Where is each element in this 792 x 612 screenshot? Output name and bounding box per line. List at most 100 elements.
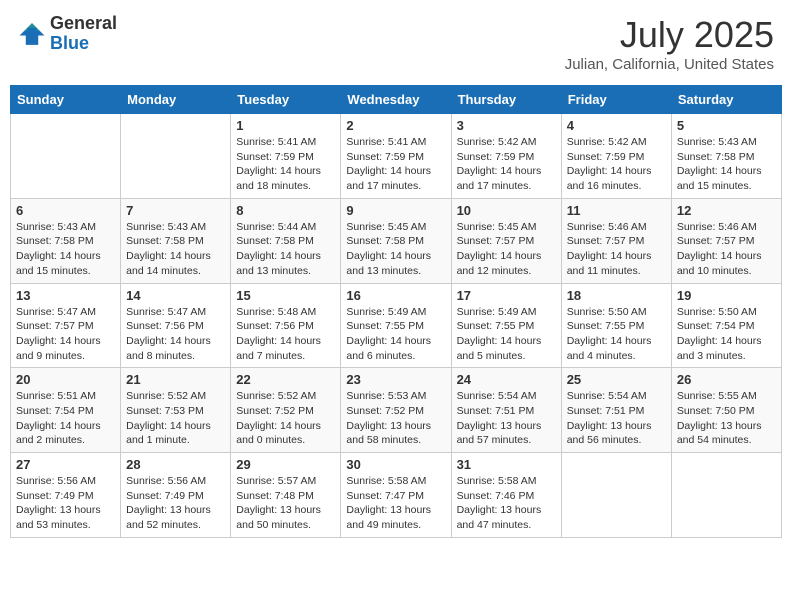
day-number: 29 bbox=[236, 457, 335, 472]
weekday-header-monday: Monday bbox=[121, 86, 231, 114]
weekday-header-friday: Friday bbox=[561, 86, 671, 114]
day-info: Sunrise: 5:43 AM Sunset: 7:58 PM Dayligh… bbox=[677, 135, 776, 194]
title-block: July 2025 Julian, California, United Sta… bbox=[565, 14, 774, 73]
day-info: Sunrise: 5:52 AM Sunset: 7:52 PM Dayligh… bbox=[236, 389, 335, 448]
calendar-cell: 8 Sunrise: 5:44 AM Sunset: 7:58 PM Daylig… bbox=[231, 198, 341, 283]
calendar-cell: 25 Sunrise: 5:54 AM Sunset: 7:51 PM Dayli… bbox=[561, 368, 671, 453]
calendar-cell: 17 Sunrise: 5:49 AM Sunset: 7:55 PM Dayli… bbox=[451, 283, 561, 368]
day-number: 12 bbox=[677, 203, 776, 218]
day-number: 20 bbox=[16, 372, 115, 387]
day-number: 25 bbox=[567, 372, 666, 387]
calendar-cell: 5Sunrise: 5:43 AM Sunset: 7:58 PM Daylig… bbox=[671, 114, 781, 199]
day-number: 10 bbox=[457, 203, 556, 218]
day-number: 22 bbox=[236, 372, 335, 387]
calendar-cell: 23Sunrise: 5:53 AM Sunset: 7:52 PM Dayli… bbox=[341, 368, 451, 453]
day-info: Sunrise: 5:47 AM Sunset: 7:56 PM Dayligh… bbox=[126, 305, 225, 364]
calendar-cell: 19Sunrise: 5:50 AM Sunset: 7:54 PM Dayli… bbox=[671, 283, 781, 368]
day-info: Sunrise: 5:55 AM Sunset: 7:50 PM Dayligh… bbox=[677, 389, 776, 448]
calendar-cell: 1 Sunrise: 5:41 AM Sunset: 7:59 PM Daylig… bbox=[231, 114, 341, 199]
day-number: 8 bbox=[236, 203, 335, 218]
calendar-cell: 13Sunrise: 5:47 AM Sunset: 7:57 PM Dayli… bbox=[11, 283, 121, 368]
calendar-cell bbox=[561, 453, 671, 538]
calendar-cell: 20 Sunrise: 5:51 AM Sunset: 7:54 PM Dayli… bbox=[11, 368, 121, 453]
day-info: Sunrise: 5:44 AM Sunset: 7:58 PM Dayligh… bbox=[236, 220, 335, 279]
calendar-cell: 9Sunrise: 5:45 AM Sunset: 7:58 PM Daylig… bbox=[341, 198, 451, 283]
day-number: 2 bbox=[346, 118, 445, 133]
day-number: 30 bbox=[346, 457, 445, 472]
weekday-header-saturday: Saturday bbox=[671, 86, 781, 114]
calendar-cell: 15 Sunrise: 5:48 AM Sunset: 7:56 PM Dayli… bbox=[231, 283, 341, 368]
calendar-cell: 24 Sunrise: 5:54 AM Sunset: 7:51 PM Dayli… bbox=[451, 368, 561, 453]
calendar-cell: 6Sunrise: 5:43 AM Sunset: 7:58 PM Daylig… bbox=[11, 198, 121, 283]
calendar-cell: 31Sunrise: 5:58 AM Sunset: 7:46 PM Dayli… bbox=[451, 453, 561, 538]
day-info: Sunrise: 5:58 AM Sunset: 7:47 PM Dayligh… bbox=[346, 474, 445, 533]
calendar-body: 1 Sunrise: 5:41 AM Sunset: 7:59 PM Daylig… bbox=[11, 114, 782, 538]
day-info: Sunrise: 5:41 AM Sunset: 7:59 PM Dayligh… bbox=[346, 135, 445, 194]
calendar-cell: 3 Sunrise: 5:42 AM Sunset: 7:59 PM Daylig… bbox=[451, 114, 561, 199]
day-number: 23 bbox=[346, 372, 445, 387]
day-info: Sunrise: 5:54 AM Sunset: 7:51 PM Dayligh… bbox=[457, 389, 556, 448]
day-info: Sunrise: 5:56 AM Sunset: 7:49 PM Dayligh… bbox=[126, 474, 225, 533]
calendar-cell: 30 Sunrise: 5:58 AM Sunset: 7:47 PM Dayli… bbox=[341, 453, 451, 538]
calendar-cell bbox=[11, 114, 121, 199]
week-row-3: 13Sunrise: 5:47 AM Sunset: 7:57 PM Dayli… bbox=[11, 283, 782, 368]
calendar-cell: 16 Sunrise: 5:49 AM Sunset: 7:55 PM Dayli… bbox=[341, 283, 451, 368]
weekday-header-wednesday: Wednesday bbox=[341, 86, 451, 114]
calendar-cell: 7 Sunrise: 5:43 AM Sunset: 7:58 PM Daylig… bbox=[121, 198, 231, 283]
calendar-cell: 27Sunrise: 5:56 AM Sunset: 7:49 PM Dayli… bbox=[11, 453, 121, 538]
day-info: Sunrise: 5:45 AM Sunset: 7:57 PM Dayligh… bbox=[457, 220, 556, 279]
week-row-5: 27 Sunrise: 5:56 AM Sunset: 7:49 PM Dayli… bbox=[11, 453, 782, 538]
day-info: Sunrise: 5:54 AM Sunset: 7:51 PM Dayligh… bbox=[567, 389, 666, 448]
calendar-cell: 2 Sunrise: 5:41 AM Sunset: 7:59 PM Daylig… bbox=[341, 114, 451, 199]
day-number: 6 bbox=[16, 203, 115, 218]
week-row-1: 1 Sunrise: 5:41 AM Sunset: 7:59 PM Daylig… bbox=[11, 114, 782, 199]
day-number: 26 bbox=[677, 372, 776, 387]
logo: General Blue bbox=[18, 14, 117, 54]
day-info: Sunrise: 5:46 AM Sunset: 7:57 PM Dayligh… bbox=[567, 220, 666, 279]
day-info: Sunrise: 5:50 AM Sunset: 7:54 PM Dayligh… bbox=[677, 305, 776, 364]
day-number: 24 bbox=[457, 372, 556, 387]
day-number: 1 bbox=[236, 118, 335, 133]
day-info: Sunrise: 5:49 AM Sunset: 7:55 PM Dayligh… bbox=[457, 305, 556, 364]
day-info: Sunrise: 5:51 AM Sunset: 7:54 PM Dayligh… bbox=[16, 389, 115, 448]
day-info: Sunrise: 5:50 AM Sunset: 7:55 PM Dayligh… bbox=[567, 305, 666, 364]
day-info: Sunrise: 5:42 AM Sunset: 7:59 PM Dayligh… bbox=[567, 135, 666, 194]
day-info: Sunrise: 5:49 AM Sunset: 7:55 PM Dayligh… bbox=[346, 305, 445, 364]
main-title: July 2025 bbox=[565, 14, 774, 56]
day-number: 7 bbox=[126, 203, 225, 218]
day-number: 3 bbox=[457, 118, 556, 133]
day-info: Sunrise: 5:43 AM Sunset: 7:58 PM Dayligh… bbox=[126, 220, 225, 279]
calendar-cell: 29 Sunrise: 5:57 AM Sunset: 7:48 PM Dayli… bbox=[231, 453, 341, 538]
logo-icon bbox=[18, 20, 46, 48]
day-info: Sunrise: 5:48 AM Sunset: 7:56 PM Dayligh… bbox=[236, 305, 335, 364]
logo-general-text: General bbox=[50, 14, 117, 34]
calendar-cell: 14 Sunrise: 5:47 AM Sunset: 7:56 PM Dayli… bbox=[121, 283, 231, 368]
day-number: 4 bbox=[567, 118, 666, 133]
calendar-cell: 4 Sunrise: 5:42 AM Sunset: 7:59 PM Daylig… bbox=[561, 114, 671, 199]
day-number: 16 bbox=[346, 288, 445, 303]
day-number: 14 bbox=[126, 288, 225, 303]
day-number: 15 bbox=[236, 288, 335, 303]
weekday-header-row: SundayMondayTuesdayWednesdayThursdayFrid… bbox=[11, 86, 782, 114]
day-number: 18 bbox=[567, 288, 666, 303]
day-info: Sunrise: 5:41 AM Sunset: 7:59 PM Dayligh… bbox=[236, 135, 335, 194]
day-number: 17 bbox=[457, 288, 556, 303]
day-number: 27 bbox=[16, 457, 115, 472]
day-info: Sunrise: 5:52 AM Sunset: 7:53 PM Dayligh… bbox=[126, 389, 225, 448]
day-info: Sunrise: 5:46 AM Sunset: 7:57 PM Dayligh… bbox=[677, 220, 776, 279]
day-info: Sunrise: 5:42 AM Sunset: 7:59 PM Dayligh… bbox=[457, 135, 556, 194]
calendar-cell: 12 Sunrise: 5:46 AM Sunset: 7:57 PM Dayli… bbox=[671, 198, 781, 283]
calendar-cell: 28Sunrise: 5:56 AM Sunset: 7:49 PM Dayli… bbox=[121, 453, 231, 538]
calendar-cell bbox=[671, 453, 781, 538]
day-number: 13 bbox=[16, 288, 115, 303]
logo-text: General Blue bbox=[50, 14, 117, 54]
day-number: 11 bbox=[567, 203, 666, 218]
day-info: Sunrise: 5:57 AM Sunset: 7:48 PM Dayligh… bbox=[236, 474, 335, 533]
day-number: 9 bbox=[346, 203, 445, 218]
calendar-cell: 26 Sunrise: 5:55 AM Sunset: 7:50 PM Dayli… bbox=[671, 368, 781, 453]
calendar-cell: 21Sunrise: 5:52 AM Sunset: 7:53 PM Dayli… bbox=[121, 368, 231, 453]
page-header: General Blue July 2025 Julian, Californi… bbox=[10, 10, 782, 77]
day-info: Sunrise: 5:58 AM Sunset: 7:46 PM Dayligh… bbox=[457, 474, 556, 533]
logo-blue-text: Blue bbox=[50, 34, 117, 54]
weekday-header-thursday: Thursday bbox=[451, 86, 561, 114]
